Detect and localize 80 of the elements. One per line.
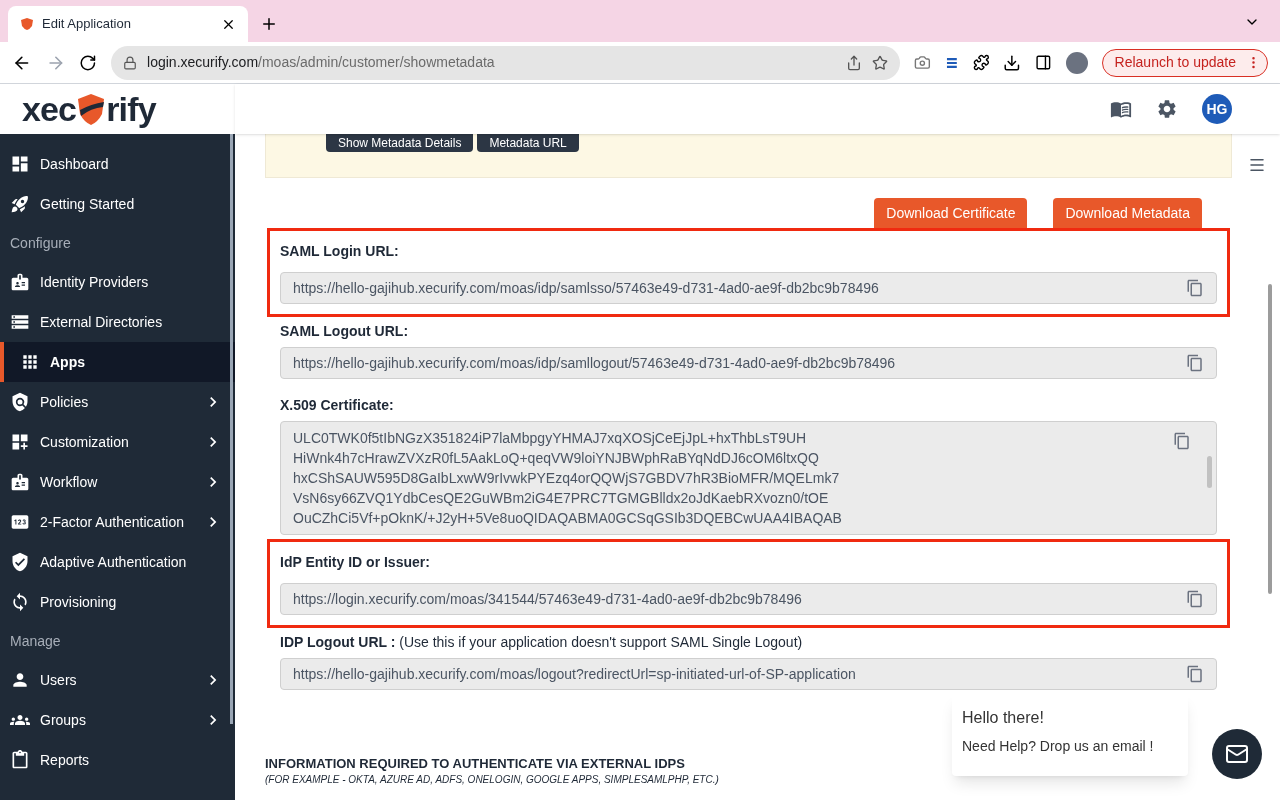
sidebar-scrollbar[interactable] (230, 134, 233, 724)
reload-icon[interactable] (79, 53, 98, 72)
info-subtitle: (FOR EXAMPLE - OKTA, AZURE AD, ADFS, ONELOGIN, GOOGLE APPS, SIMPLESAMLPHP, ETC.) (265, 774, 720, 786)
lock-icon (123, 55, 138, 70)
page-scrollbar[interactable] (1268, 284, 1272, 594)
camera-icon[interactable] (914, 54, 931, 71)
copy-icon[interactable] (1186, 354, 1204, 372)
puzzle-icon[interactable] (972, 54, 990, 71)
menu-icon[interactable] (1248, 156, 1266, 174)
sidebar-item[interactable]: Provisioning (0, 582, 235, 622)
shield-check-icon (10, 552, 30, 572)
url-field[interactable]: https://login.xecurify.com/moas/341544/57463e49-d731-4ad0-ae9f-db2bc9b78496 (280, 583, 1217, 615)
grid-icon (20, 352, 40, 372)
sidebar-item[interactable]: Getting Started (0, 184, 235, 224)
sidebar-item[interactable]: Adaptive Authentication (0, 542, 235, 582)
sidebar-item[interactable]: Policies (0, 382, 235, 422)
certificate-line: hxCShSAUW595D8GaIbLxwW9rIvwkPYEzq4orQQWjS7GBDV7hR3BioMFR/MQELmk7 (293, 469, 841, 488)
download-icon[interactable] (1003, 53, 1022, 72)
certificate-line: OuCZhCi5Vf+pOknK/+J2yH+5Ve8uoQIDAQABMA0GCSqGSIb3DQEBCwUAA4IBAQAB (293, 509, 843, 528)
metadata-button[interactable]: Show Metadata Details (326, 134, 474, 152)
sidebar-section-label: Manage (9, 631, 62, 651)
side-panel-icon[interactable] (1035, 54, 1052, 71)
settings-icon[interactable] (1156, 98, 1178, 120)
sidebar-item[interactable]: Reports (0, 740, 235, 780)
logo: xec rify (22, 92, 156, 126)
sidebar-item[interactable]: External Directories (0, 302, 235, 342)
sidebar-item[interactable]: Apps (0, 342, 235, 382)
relaunch-button[interactable]: Relaunch to update (1101, 48, 1268, 77)
new-tab-icon[interactable] (260, 15, 278, 33)
certificate-textarea[interactable] (280, 421, 1217, 535)
sidebar-item[interactable]: Identity Providers (0, 262, 235, 302)
favicon-icon (20, 17, 34, 31)
certificate-line: VsN6sy66ZVQ1YdbCesQE2GuWBm2iG4E7PRC7TGMGBlldx2oJdKaebRXvozn0/tOE (293, 489, 830, 508)
mail-chat-button[interactable] (1212, 729, 1262, 779)
certificate-line: ULC0TWK0f5tIbNGzX351824iP7laMbpgyYHMAJ7xqXOSjCeEjJpL+hxThbLsT9UH (293, 429, 808, 448)
widgets-icon (10, 432, 30, 452)
profile-avatar[interactable] (1065, 51, 1088, 74)
id-card-icon (10, 472, 30, 492)
metadata-button[interactable]: Metadata URL (477, 134, 579, 152)
sidebar-item[interactable]: 2-Factor Authentication (0, 502, 235, 542)
certificate-line: HiWnk4h7cHrawZVXzR0fL5AakLoQ+qeqVW9loiYNJBWphRaBYqNdDJ6cOM6ltxQQ (293, 449, 820, 468)
stack-icon[interactable] (945, 55, 959, 70)
field-label: X.509 Certificate: (280, 396, 395, 415)
url-field[interactable]: https://hello-gajihub.xecurify.com/moas/idp/samlsso/57463e49-d731-4ad0-ae9f-db2bc9b78496 (280, 272, 1217, 304)
dashboard-icon (10, 154, 30, 174)
list-icon (10, 312, 30, 332)
sidebar-item[interactable]: Workflow (0, 462, 235, 502)
copy-icon[interactable] (1186, 590, 1204, 608)
info-title: INFORMATION REQUIRED TO AUTHENTICATE VIA EXTERNAL IDPS (265, 756, 686, 772)
sync-icon (10, 592, 30, 612)
sidebar-item[interactable]: Customization (0, 422, 235, 462)
sidebar-item[interactable]: Dashboard (0, 144, 235, 184)
download-button[interactable]: Download Metadata (1053, 198, 1202, 228)
url-field[interactable]: https://hello-gajihub.xecurify.com/moas/idp/samllogout/57463e49-d731-4ad0-ae9f-db2bc9b78496 (280, 347, 1217, 379)
url-field[interactable]: https://hello-gajihub.xecurify.com/moas/logout?redirectUrl=sp-initiated-url-of-SP-application (280, 658, 1217, 690)
sidebar-section-label: Configure (9, 233, 72, 253)
copy-icon[interactable] (1173, 432, 1191, 450)
copy-icon[interactable] (1186, 665, 1204, 683)
field-label: SAML Login URL: (280, 242, 400, 261)
chat-greeting: Hello there! (962, 708, 1045, 728)
field-label: IDP Logout URL : (Use this if your application doesn't support SAML Single Logout) (280, 633, 804, 652)
download-button[interactable]: Download Certificate (874, 198, 1028, 228)
address-bar[interactable]: login.xecurify.com/moas/admin/customer/showmetadata (111, 45, 901, 80)
field-label: SAML Logout URL: (280, 322, 410, 341)
chat-message: Need Help? Drop us an email ! (962, 737, 1155, 756)
sidebar-item[interactable]: Groups (0, 700, 235, 740)
mail-icon (1225, 742, 1249, 766)
id-card-icon (10, 272, 30, 292)
sidebar-item[interactable]: Users (0, 660, 235, 700)
scrollbar[interactable] (1207, 456, 1212, 488)
user-avatar[interactable]: HG (1202, 94, 1232, 124)
star-icon[interactable] (872, 54, 889, 71)
browser-tab[interactable]: Edit Application (8, 6, 248, 42)
shield-icon (10, 392, 30, 412)
field-label: IdP Entity ID or Issuer: (280, 553, 431, 572)
clipboard-icon (10, 750, 30, 770)
rocket-icon (10, 194, 30, 214)
copy-icon[interactable] (1186, 279, 1204, 297)
share-icon[interactable] (846, 54, 863, 71)
numbers-icon (10, 512, 30, 532)
